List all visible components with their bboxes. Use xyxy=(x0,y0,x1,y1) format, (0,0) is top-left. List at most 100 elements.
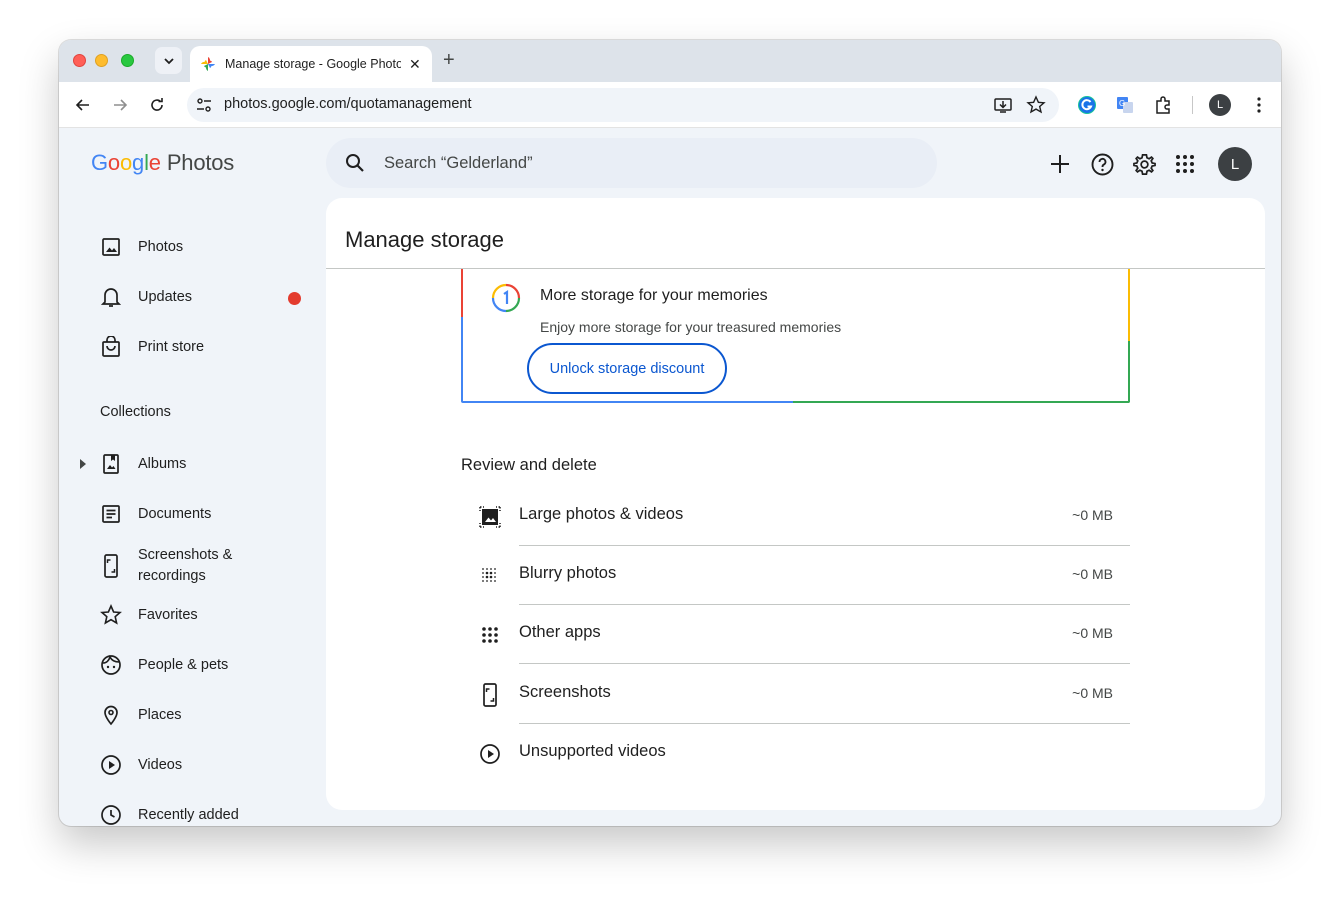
grammarly-extension-icon[interactable] xyxy=(1076,94,1098,116)
location-pin-icon xyxy=(99,703,123,727)
review-row-label: Unsupported videos xyxy=(519,742,666,760)
sidebar-item-albums[interactable]: Albums xyxy=(99,450,186,478)
albums-expand-arrow[interactable] xyxy=(80,459,86,469)
maximize-window-button[interactable] xyxy=(121,54,134,67)
shopping-bag-icon xyxy=(99,335,123,359)
sidebar-item-people-pets[interactable]: People & pets xyxy=(99,651,228,679)
review-row-unsupported-videos[interactable]: Unsupported videos xyxy=(461,724,1130,783)
browser-tab[interactable]: Manage storage - Google Photos ✕ xyxy=(190,46,432,82)
manage-storage-panel: Manage storage More storage for your mem… xyxy=(326,198,1265,810)
apps-grid-icon xyxy=(478,623,502,647)
play-circle-icon xyxy=(478,742,502,766)
back-button[interactable] xyxy=(73,95,93,115)
sidebar-item-label: Screenshots & recordings xyxy=(138,547,233,584)
face-icon xyxy=(99,653,123,677)
blur-icon xyxy=(478,564,502,588)
review-row-size: ~0 MB xyxy=(1072,566,1113,582)
sidebar-item-print-store[interactable]: Print store xyxy=(99,333,204,361)
bell-icon xyxy=(99,285,123,309)
extensions-puzzle-icon[interactable] xyxy=(1152,94,1174,116)
unlock-storage-discount-button[interactable]: Unlock storage discount xyxy=(527,343,727,394)
reload-button[interactable] xyxy=(147,95,167,115)
minimize-window-button[interactable] xyxy=(95,54,108,67)
sidebar-item-places[interactable]: Places xyxy=(99,701,182,729)
review-row-blurry-photos[interactable]: Blurry photos ~0 MB xyxy=(461,546,1130,605)
search-placeholder: Search “Gelderland” xyxy=(384,154,533,172)
help-icon xyxy=(1091,153,1113,175)
logo-product: Photos xyxy=(166,150,235,175)
review-row-label: Other apps xyxy=(519,623,601,641)
url-text: photos.google.com/quotamanagement xyxy=(224,96,472,112)
promo-border xyxy=(461,269,463,317)
review-row-other-apps[interactable]: Other apps ~0 MB xyxy=(461,605,1130,664)
sidebar-item-favorites[interactable]: Favorites xyxy=(99,601,198,629)
account-avatar[interactable]: L xyxy=(1218,147,1252,181)
logo-brand: Google xyxy=(91,150,161,175)
more-vert-icon[interactable] xyxy=(1251,96,1267,114)
review-row-size: ~0 MB xyxy=(1072,507,1113,523)
sidebar-item-label: Documents xyxy=(138,505,212,522)
promo-border xyxy=(1128,269,1130,341)
tab-search-button[interactable] xyxy=(155,47,182,74)
phone-screenshot-icon xyxy=(99,554,123,578)
promo-border xyxy=(1128,341,1130,403)
promo-subtitle: Enjoy more storage for your treasured me… xyxy=(540,319,842,335)
site-info-icon xyxy=(197,98,211,112)
close-window-button[interactable] xyxy=(73,54,86,67)
review-row-large-photos[interactable]: Large photos & videos ~0 MB xyxy=(461,487,1130,546)
sidebar-item-videos[interactable]: Videos xyxy=(99,751,182,779)
install-app-icon[interactable] xyxy=(993,95,1013,115)
row-divider xyxy=(519,663,1130,664)
large-photo-icon xyxy=(478,505,502,529)
forward-button[interactable] xyxy=(110,95,130,115)
star-icon xyxy=(99,603,123,627)
plus-icon xyxy=(1051,155,1069,173)
google-apps-button[interactable] xyxy=(1173,152,1197,176)
play-circle-icon xyxy=(99,753,123,777)
sidebar-item-label: Places xyxy=(138,706,182,723)
help-button[interactable] xyxy=(1090,152,1114,176)
sidebar-item-screenshots-recordings[interactable]: Screenshots & recordings xyxy=(99,545,249,587)
tab-close-icon[interactable]: ✕ xyxy=(409,56,421,73)
sidebar-item-label: Photos xyxy=(138,238,184,255)
create-plus-button[interactable] xyxy=(1048,152,1072,176)
toolbar-separator xyxy=(1192,96,1193,114)
collections-heading: Collections xyxy=(100,404,171,420)
review-row-label: Screenshots xyxy=(519,683,611,701)
review-row-label: Large photos & videos xyxy=(519,505,684,523)
browser-toolbar: photos.google.com/quotamanagement G L xyxy=(59,82,1281,128)
sidebar-item-label: Favorites xyxy=(138,606,198,623)
browser-profile-avatar[interactable]: L xyxy=(1209,94,1231,116)
promo-border xyxy=(461,401,793,403)
sidebar-item-updates[interactable]: Updates xyxy=(99,283,192,311)
bookmark-star-icon[interactable] xyxy=(1026,95,1046,115)
page-title: Manage storage xyxy=(345,227,504,252)
translate-extension-icon[interactable]: G xyxy=(1114,94,1136,116)
sidebar-item-documents[interactable]: Documents xyxy=(99,500,211,528)
tab-title: Manage storage - Google Photos xyxy=(225,57,401,71)
sidebar-item-recently-added[interactable]: Recently added xyxy=(99,801,239,826)
sidebar-item-label: Videos xyxy=(138,756,183,773)
address-bar[interactable]: photos.google.com/quotamanagement xyxy=(187,88,1059,122)
search-bar[interactable]: Search “Gelderland” xyxy=(326,138,937,188)
sidebar-item-label: Recently added xyxy=(138,806,239,823)
svg-text:G: G xyxy=(1119,99,1125,108)
google-photos-logo[interactable]: Google Photos xyxy=(91,150,234,176)
arrow-right-icon xyxy=(114,99,128,111)
review-row-label: Blurry photos xyxy=(519,564,617,582)
promo-border xyxy=(793,401,1130,403)
phone-screenshot-icon xyxy=(478,683,502,707)
google-photos-pinwheel-icon xyxy=(201,57,215,71)
settings-button[interactable] xyxy=(1132,152,1156,176)
review-row-screenshots[interactable]: Screenshots ~0 MB xyxy=(461,665,1130,724)
new-tab-button[interactable]: + xyxy=(443,49,455,72)
review-row-size: ~0 MB xyxy=(1072,625,1113,641)
storage-promo-card: More storage for your memories Enjoy mor… xyxy=(461,269,1130,403)
sidebar-item-label: Updates xyxy=(138,288,193,305)
tab-strip: Manage storage - Google Photos ✕ + xyxy=(59,40,1281,82)
sidebar-item-label: People & pets xyxy=(138,656,229,673)
gear-icon xyxy=(1132,153,1156,175)
sidebar-item-photos[interactable]: Photos xyxy=(99,233,183,261)
promo-border xyxy=(461,317,463,401)
sidebar-item-label: Print store xyxy=(138,338,205,355)
